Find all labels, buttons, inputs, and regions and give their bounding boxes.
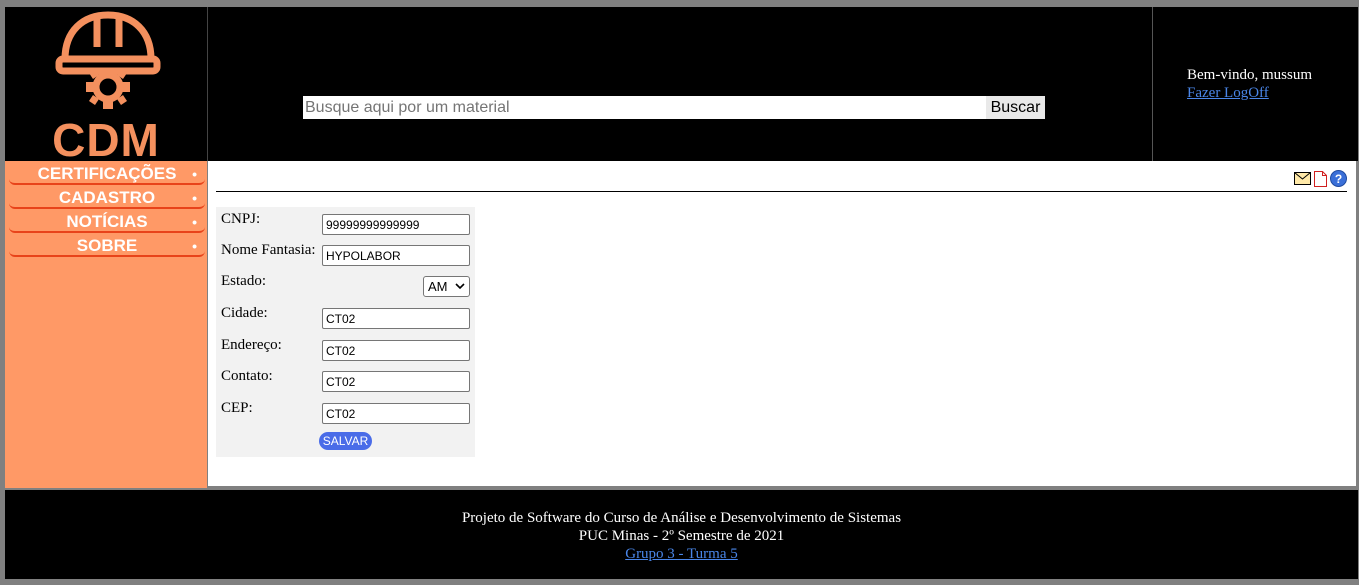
header: CDM Buscar Bem-vindo, mussum Fazer LogOf… xyxy=(5,7,1359,166)
logoff-link[interactable]: Fazer LogOff xyxy=(1187,85,1269,102)
user-panel: Bem-vindo, mussum Fazer LogOff xyxy=(1152,7,1359,161)
cep-field[interactable] xyxy=(322,403,470,424)
bullet-icon: • xyxy=(192,166,197,182)
company-form: CNPJ: Nome Fantasia: Estado: AM Cidade: … xyxy=(216,207,475,457)
bullet-icon: • xyxy=(192,214,197,230)
footer-institution-text: PUC Minas - 2º Semestre de 2021 xyxy=(578,528,785,544)
cep-row: CEP: xyxy=(221,398,471,424)
bullet-icon: • xyxy=(192,190,197,206)
sidebar-item-label: CERTIFICAÇÕES xyxy=(37,164,177,183)
contato-row: Contato: xyxy=(221,366,471,392)
sidebar-item-label: NOTÍCIAS xyxy=(66,212,148,231)
sidebar-item-noticias[interactable]: NOTÍCIAS • xyxy=(9,212,205,233)
footer-group-link[interactable]: Grupo 3 - Turma 5 xyxy=(5,546,1358,563)
svg-text:?: ? xyxy=(1335,172,1342,186)
divider xyxy=(216,191,1347,192)
cidade-label: Cidade: xyxy=(221,305,268,321)
cep-label: CEP: xyxy=(221,400,253,416)
sidebar-item-sobre[interactable]: SOBRE • xyxy=(9,236,205,257)
endereco-field[interactable] xyxy=(322,340,470,361)
endereco-row: Endereço: xyxy=(221,335,471,361)
estado-label: Estado: xyxy=(221,273,266,289)
estado-select[interactable]: AM xyxy=(423,276,470,297)
nome-fantasia-field[interactable] xyxy=(322,245,470,266)
sidebar-item-label: SOBRE xyxy=(76,236,138,255)
cnpj-label: CNPJ: xyxy=(221,211,261,227)
estado-row: Estado: AM xyxy=(221,271,471,297)
sidebar-item-certificacoes[interactable]: CERTIFICAÇÕES • xyxy=(9,164,205,185)
footer-project-text: Projeto de Software do Curso de Análise … xyxy=(461,510,902,526)
nome-fantasia-label: Nome Fantasia: xyxy=(221,242,316,258)
toolbar: ? xyxy=(1294,170,1347,187)
footer: Projeto de Software do Curso de Análise … xyxy=(5,490,1358,579)
logo-text: CDM xyxy=(52,114,160,166)
bullet-icon: • xyxy=(192,238,197,254)
document-icon[interactable] xyxy=(1314,170,1327,187)
helmet-gear-icon xyxy=(55,11,161,109)
mail-icon[interactable] xyxy=(1294,172,1311,185)
save-button[interactable]: SALVAR xyxy=(319,432,372,450)
contato-label: Contato: xyxy=(221,368,273,384)
help-icon[interactable]: ? xyxy=(1330,170,1347,187)
chevron-down-icon xyxy=(455,277,465,303)
welcome-text: Bem-vindo, mussum xyxy=(1187,67,1313,83)
sidebar-item-cadastro[interactable]: CADASTRO • xyxy=(9,188,205,209)
search-bar: Buscar xyxy=(303,96,1045,119)
cnpj-field[interactable] xyxy=(322,214,470,235)
cnpj-row: CNPJ: xyxy=(221,209,471,235)
search-input[interactable] xyxy=(303,96,986,119)
cidade-row: Cidade: xyxy=(221,303,471,329)
logo[interactable]: CDM xyxy=(5,7,208,166)
main-content: ? CNPJ: Nome Fantasia: Estado: AM Cidade… xyxy=(208,161,1356,486)
endereco-label: Endereço: xyxy=(221,337,282,353)
cidade-field[interactable] xyxy=(322,308,470,329)
nome-fantasia-row: Nome Fantasia: xyxy=(221,240,471,266)
contato-field[interactable] xyxy=(322,371,470,392)
sidebar-item-label: CADASTRO xyxy=(58,188,156,207)
search-button[interactable]: Buscar xyxy=(986,96,1045,119)
estado-value: AM xyxy=(428,279,448,294)
sidebar: CERTIFICAÇÕES • CADASTRO • NOTÍCIAS • SO… xyxy=(5,161,207,488)
